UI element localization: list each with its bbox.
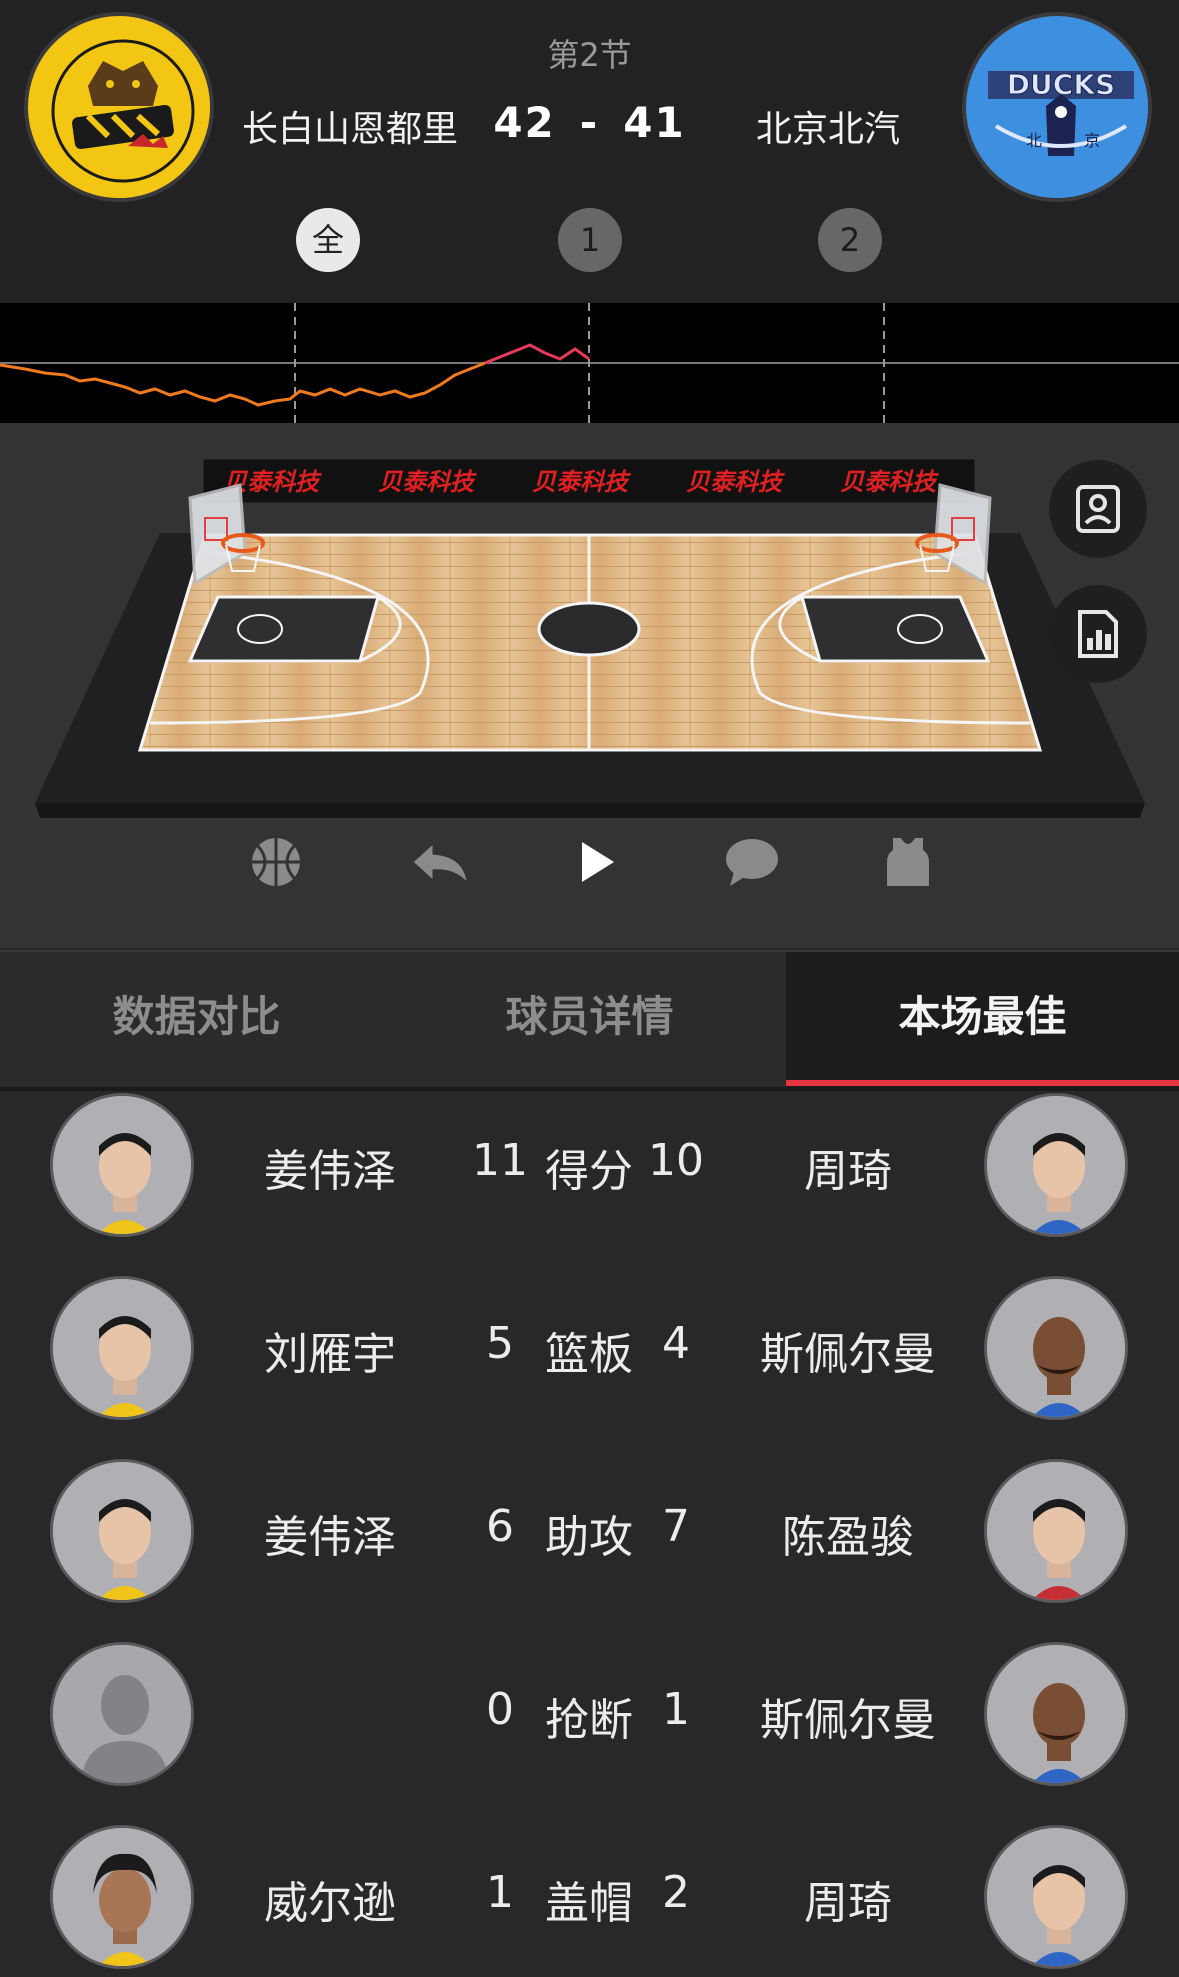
right-player-name: 斯佩尔曼 (760, 1329, 936, 1380)
score: 42-41 (480, 98, 699, 147)
right-player-name: 斯佩尔曼 (760, 1695, 936, 1746)
stat-label: 篮板 (545, 1329, 633, 1380)
tab-bar: 数据对比 球员详情 本场最佳 (0, 950, 1179, 1087)
left-player-avatar[interactable] (50, 1093, 194, 1237)
left-player-avatar[interactable] (50, 1642, 194, 1786)
scoreboard-header: 第2节 长白山恩都里 42-41 北京北汽 DUCKS 北 京 全 1 2 (0, 0, 1179, 303)
tabs-divider (0, 1087, 1179, 1091)
left-stat-value: 0 (486, 1684, 514, 1735)
right-player-avatar[interactable] (984, 1276, 1128, 1420)
best-row-blocks[interactable]: 威尔逊 1 盖帽 2 周琦 (0, 1825, 1179, 1975)
play-icon (582, 842, 614, 882)
player-photo-icon (53, 1462, 191, 1600)
player-photo-icon (53, 1279, 191, 1417)
stats-chart-icon (1078, 610, 1118, 658)
game-screen: 第2节 长白山恩都里 42-41 北京北汽 DUCKS 北 京 全 1 2 贝泰… (0, 0, 1179, 1977)
score-separator: - (579, 98, 600, 147)
right-player-avatar[interactable] (984, 1642, 1128, 1786)
comment-button[interactable] (722, 832, 782, 892)
right-player-avatar[interactable] (984, 1825, 1128, 1969)
stat-label: 得分 (545, 1146, 633, 1197)
left-player-name: 姜伟泽 (264, 1146, 396, 1197)
away-score: 41 (623, 98, 686, 147)
player-card-icon (1076, 485, 1120, 533)
away-team-logo[interactable]: DUCKS 北 京 (962, 12, 1152, 202)
ducks-logo-icon: DUCKS 北 京 (971, 21, 1148, 198)
svg-text:北: 北 (1026, 131, 1042, 150)
stat-label: 盖帽 (545, 1878, 633, 1929)
sponsor-board-4: 贝泰科技 (686, 468, 785, 496)
score-trend-chart[interactable] (0, 303, 1179, 423)
quarter-button-2[interactable]: 2 (818, 208, 882, 272)
play-button[interactable] (566, 832, 626, 892)
sponsor-board-2: 贝泰科技 (378, 468, 477, 496)
undo-button[interactable] (410, 832, 470, 892)
trend-line-away (484, 343, 590, 365)
quarter-button-1[interactable]: 1 (558, 208, 622, 272)
left-player-avatar[interactable] (50, 1276, 194, 1420)
left-stat-value: 1 (486, 1867, 514, 1918)
right-stat-value: 1 (662, 1684, 690, 1735)
tab-data-compare[interactable]: 数据对比 (0, 952, 393, 1087)
stats-chart-button[interactable] (1049, 585, 1147, 683)
right-stat-value: 4 (662, 1318, 690, 1369)
best-row-steals[interactable]: 0 抢断 1 斯佩尔曼 (0, 1642, 1179, 1792)
left-player-name: 姜伟泽 (264, 1512, 396, 1563)
right-player-avatar[interactable] (984, 1093, 1128, 1237)
player-photo-icon (987, 1096, 1125, 1234)
home-team-name[interactable]: 长白山恩都里 (220, 100, 480, 152)
player-photo-icon (987, 1828, 1125, 1966)
player-photo-icon (53, 1828, 191, 1966)
active-tab-indicator (786, 1080, 1179, 1086)
svg-text:京: 京 (1084, 131, 1100, 150)
right-player-name: 陈盈骏 (782, 1512, 914, 1563)
best-row-assists[interactable]: 姜伟泽 6 助攻 7 陈盈骏 (0, 1459, 1179, 1609)
right-player-avatar[interactable] (984, 1459, 1128, 1603)
sponsor-board-3: 贝泰科技 (532, 468, 631, 496)
left-player-avatar[interactable] (50, 1459, 194, 1603)
best-row-rebounds[interactable]: 刘雁宇 5 篮板 4 斯佩尔曼 (0, 1276, 1179, 1426)
player-photo-icon (987, 1462, 1125, 1600)
right-stat-value: 7 (662, 1501, 690, 1552)
undo-icon (413, 845, 467, 881)
away-team-name[interactable]: 北京北汽 (698, 100, 958, 152)
default-avatar-icon (53, 1645, 191, 1783)
jersey-button[interactable] (878, 832, 938, 892)
player-photo-icon (987, 1279, 1125, 1417)
player-photo-icon (987, 1645, 1125, 1783)
right-stat-value: 2 (662, 1867, 690, 1918)
left-stat-value: 6 (486, 1501, 514, 1552)
score-trend-graph (0, 303, 1179, 423)
stat-label: 助攻 (545, 1512, 633, 1563)
left-stat-value: 11 (472, 1135, 528, 1186)
left-stat-value: 5 (486, 1318, 514, 1369)
right-player-name: 周琦 (804, 1878, 892, 1929)
sponsor-board-5: 贝泰科技 (840, 468, 939, 496)
right-stat-value: 10 (648, 1135, 704, 1186)
tab-player-details[interactable]: 球员详情 (393, 952, 786, 1087)
left-player-avatar[interactable] (50, 1825, 194, 1969)
home-score: 42 (493, 98, 556, 147)
tab-game-best[interactable]: 本场最佳 (786, 952, 1179, 1087)
best-row-points[interactable]: 姜伟泽 11 得分 10 周琦 (0, 1093, 1179, 1243)
trend-line-home (0, 361, 486, 407)
basketball-icon (252, 838, 300, 886)
left-player-name: 威尔逊 (264, 1878, 396, 1929)
quarter-button-all[interactable]: 全 (296, 208, 360, 272)
stat-label: 抢断 (545, 1695, 633, 1746)
player-photo-icon (53, 1096, 191, 1234)
right-player-name: 周琦 (804, 1146, 892, 1197)
player-card-button[interactable] (1049, 460, 1147, 558)
basketball-button[interactable] (246, 832, 306, 892)
comment-icon (726, 839, 778, 886)
jersey-icon (887, 838, 929, 886)
left-player-name: 刘雁宇 (264, 1329, 396, 1380)
